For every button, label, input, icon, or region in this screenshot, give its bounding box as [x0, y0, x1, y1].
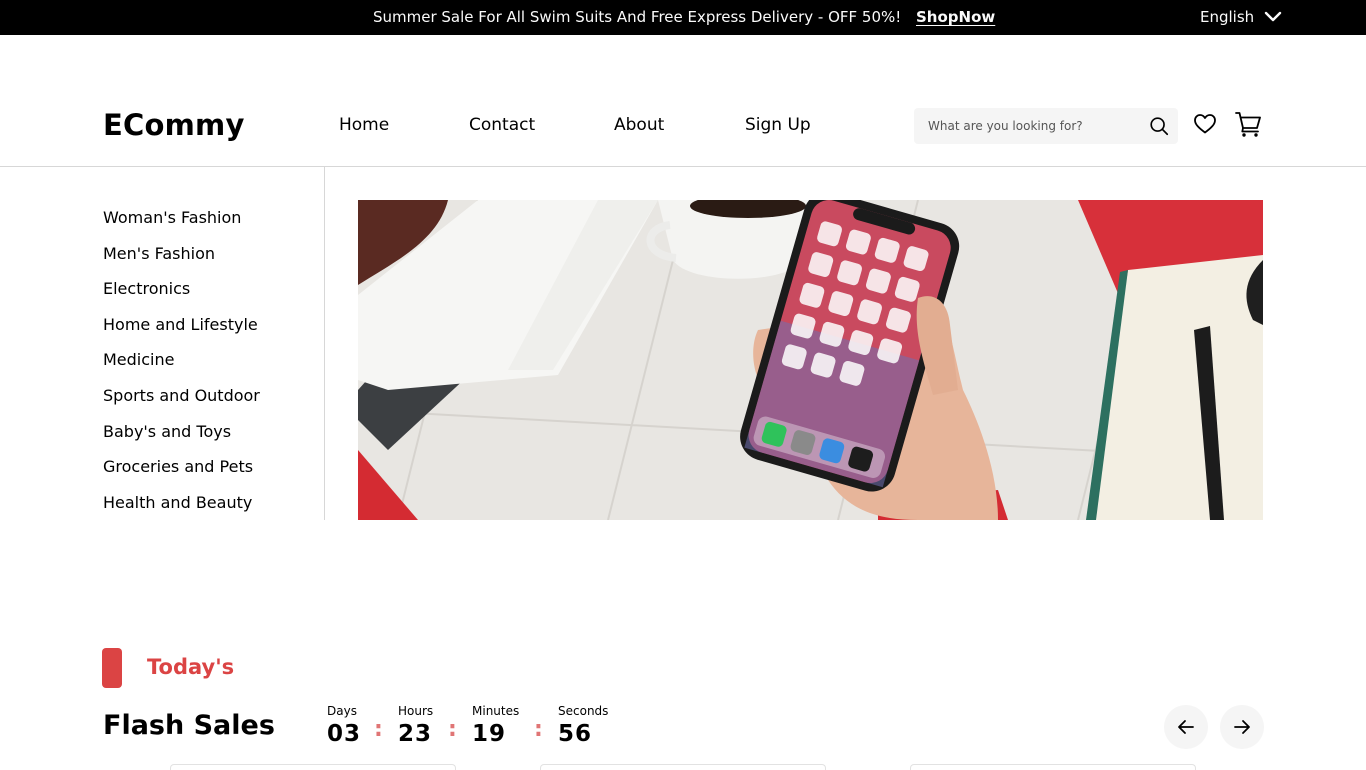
product-card[interactable]	[170, 764, 456, 770]
nav-sign-up[interactable]: Sign Up	[745, 115, 811, 135]
product-card[interactable]	[540, 764, 826, 770]
category-medicine[interactable]: Medicine	[103, 350, 174, 369]
language-label: English	[1200, 8, 1255, 26]
heart-icon[interactable]	[1193, 112, 1217, 136]
category-groceries-pets[interactable]: Groceries and Pets	[103, 457, 253, 476]
countdown-seconds-label: Seconds	[558, 704, 609, 718]
search-icon[interactable]	[1148, 115, 1170, 137]
shop-now-link[interactable]: ShopNow	[916, 8, 995, 26]
arrow-right-icon	[1234, 720, 1250, 734]
countdown-hours-value: 23	[398, 721, 433, 747]
countdown-seconds-value: 56	[558, 721, 593, 747]
category-sports-outdoor[interactable]: Sports and Outdoor	[103, 386, 260, 405]
countdown-minutes-label: Minutes	[472, 704, 520, 718]
hero-banner[interactable]	[358, 200, 1263, 520]
category-babys-toys[interactable]: Baby's and Toys	[103, 422, 231, 441]
category-home-lifestyle[interactable]: Home and Lifestyle	[103, 315, 258, 334]
product-card[interactable]	[910, 764, 1196, 770]
category-electronics[interactable]: Electronics	[103, 279, 190, 298]
site-logo[interactable]: ECommy	[103, 108, 245, 142]
category-health-beauty[interactable]: Health and Beauty	[103, 493, 252, 512]
category-sidebar: Woman's Fashion Men's Fashion Electronic…	[103, 200, 325, 520]
language-selector[interactable]: English	[1200, 8, 1282, 26]
category-mens-fashion[interactable]: Men's Fashion	[103, 244, 215, 263]
countdown-hours-label: Hours	[398, 704, 434, 718]
flash-sales-title: Flash Sales	[103, 710, 275, 741]
search-box	[914, 108, 1178, 144]
promo-text: Summer Sale For All Swim Suits And Free …	[373, 8, 902, 26]
sidebar-divider	[324, 167, 325, 520]
countdown-minutes-value: 19	[472, 721, 507, 747]
countdown-days-label: Days	[327, 704, 357, 718]
countdown-separator: :	[534, 717, 543, 742]
countdown-separator: :	[374, 717, 383, 742]
cart-icon[interactable]	[1234, 110, 1262, 138]
nav-about[interactable]: About	[614, 115, 664, 135]
section-tag-marker	[102, 648, 122, 688]
section-tag-label: Today's	[147, 655, 235, 679]
search-input[interactable]	[928, 108, 1133, 144]
next-arrow-button[interactable]	[1220, 705, 1264, 749]
category-womans-fashion[interactable]: Woman's Fashion	[103, 208, 241, 227]
countdown-separator: :	[448, 717, 457, 742]
prev-arrow-button[interactable]	[1164, 705, 1208, 749]
chevron-down-icon	[1264, 11, 1282, 22]
nav-home[interactable]: Home	[339, 115, 389, 135]
hero-image	[358, 200, 1263, 520]
arrow-left-icon	[1178, 720, 1194, 734]
countdown-days-value: 03	[327, 721, 362, 747]
header-divider	[0, 166, 1366, 167]
nav-contact[interactable]: Contact	[469, 115, 535, 135]
top-banner: Summer Sale For All Swim Suits And Free …	[0, 0, 1366, 35]
